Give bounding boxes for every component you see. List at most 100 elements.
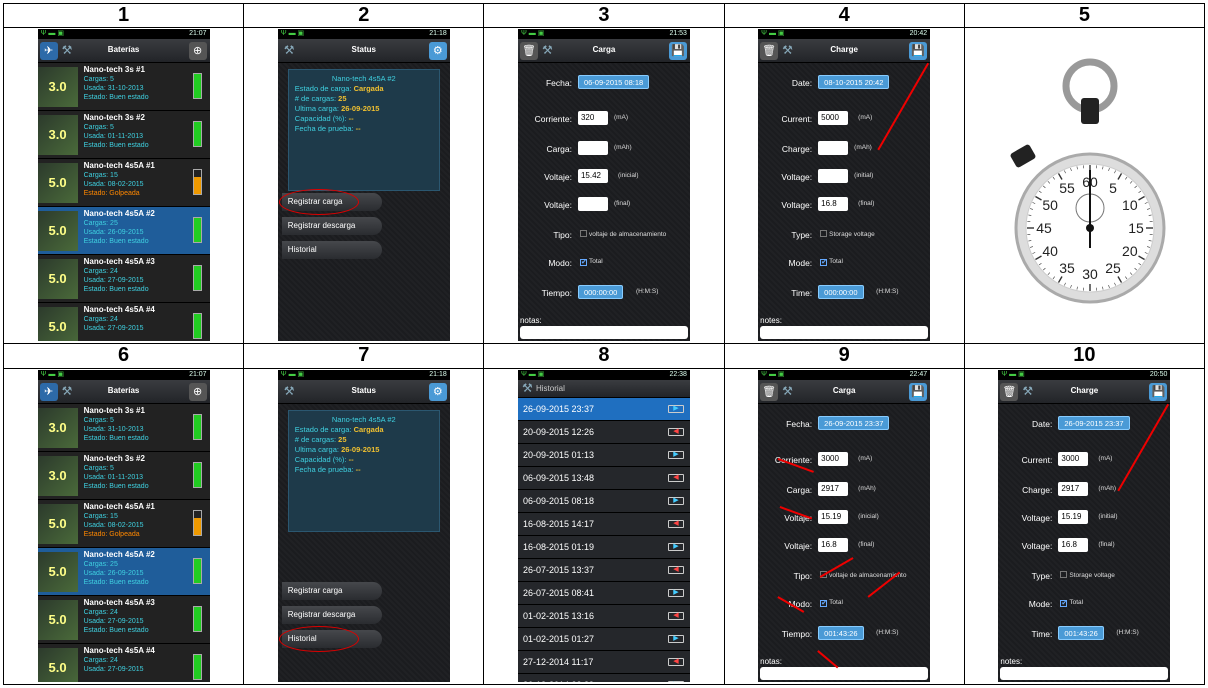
checkbox[interactable] [579, 230, 587, 238]
notes-field[interactable] [760, 666, 929, 680]
storage-voltage-checkbox[interactable]: voltaje de almacenamiento [579, 230, 666, 238]
notification-icons: Ψ ▬ ▣ [280, 370, 305, 378]
history-row[interactable]: 01-02-2015 01:27 ▶ [517, 627, 690, 651]
form-row: Current: 3000 (mA) [998, 451, 1170, 468]
checkbox-checked[interactable]: ✔ [820, 599, 828, 607]
registrar-descarga-button[interactable]: Registrar descarga [281, 605, 382, 624]
status-bar: Ψ ▬ ▣ 22:47 [758, 369, 931, 380]
voltage-initial-field[interactable]: 15.19 [818, 509, 849, 524]
current-field[interactable]: 3000 [818, 451, 849, 466]
charge-field[interactable] [818, 141, 849, 156]
history-row[interactable]: 20-09-2015 12:26 ◀ [517, 420, 690, 444]
time-field[interactable]: 001:43:26 [818, 625, 864, 640]
wrench-icon[interactable]: ⚒ [522, 381, 533, 395]
voltage-initial-field[interactable]: 15.42 [577, 169, 608, 184]
time-field[interactable]: 000:00:00 [818, 285, 864, 300]
voltage-final-field[interactable] [577, 197, 608, 212]
date-field[interactable]: 26-09-2015 23:37 [1058, 415, 1130, 430]
checkbox-checked[interactable]: ✔ [1060, 599, 1068, 607]
history-row[interactable]: 06-09-2015 13:48 ◀ [517, 466, 690, 490]
date-field[interactable]: 08-10-2015 20:42 [818, 75, 890, 90]
settings-icon[interactable]: ⚙ [428, 382, 447, 401]
settings-icon[interactable]: ⚙ [428, 42, 447, 61]
stopwatch-number: 5 [1109, 180, 1117, 196]
history-row[interactable]: 27-12-2014 11:17 ◀ [517, 650, 690, 674]
charge-field[interactable] [577, 141, 608, 156]
battery-info: Cargas: 25 [83, 560, 118, 568]
total-mode-checkbox[interactable]: ✔ Total [1060, 599, 1083, 607]
battery-list-item[interactable]: 5.0 Nano-tech 4s5A #1 Cargas: 15 Usada: 08-… [37, 499, 210, 548]
charge-field[interactable]: 2917 [818, 481, 849, 496]
form-row: Mode: ✔ Total [998, 596, 1170, 612]
status-label: Fecha de prueba: [294, 124, 354, 134]
current-field[interactable]: 5000 [818, 111, 849, 126]
battery-list-item[interactable]: 5.0 Nano-tech 4s5A #4 Cargas: 24 Usada: 27-… [37, 303, 210, 342]
battery-list-item[interactable]: 5.0 Nano-tech 4s5A #3 Cargas: 24 Usada: 27-… [37, 595, 210, 644]
history-row[interactable]: 16-08-2015 01:19 ▶ [517, 535, 690, 559]
clock: 21:53 [669, 30, 687, 38]
history-row[interactable]: 26-07-2015 13:37 ◀ [517, 558, 690, 582]
status-label: Capacidad (%): [294, 114, 347, 124]
voltage-initial-field[interactable] [818, 169, 849, 184]
save-icon[interactable]: 💾 [1149, 382, 1168, 401]
stopwatch-number: 25 [1106, 260, 1122, 276]
current-field[interactable]: 320 [577, 111, 608, 126]
battery-list-item[interactable]: 3.0 Nano-tech 3s #2 Cargas: 5 Usada: 01-11-… [37, 111, 210, 160]
history-row[interactable]: 01-02-2015 13:16 ◀ [517, 604, 690, 628]
battery-list-item[interactable]: 5.0 Nano-tech 4s5A #2 Cargas: 25 Usada: 26-… [37, 547, 210, 596]
total-mode-checkbox[interactable]: ✔ Total [820, 258, 843, 267]
header-2: 2 [243, 2, 485, 29]
registrar-descarga-button[interactable]: Registrar descarga [281, 217, 382, 236]
history-row[interactable]: 06-09-2015 08:18 ▶ [517, 489, 690, 513]
battery-list-item[interactable]: 5.0 Nano-tech 4s5A #4 Cargas: 24 Usada: 27-… [37, 643, 210, 682]
voltage-final-field[interactable]: 16.8 [818, 197, 849, 212]
notification-icons: Ψ ▬ ▣ [520, 30, 545, 38]
checkbox[interactable] [820, 230, 828, 238]
voltage-final-field[interactable]: 16.8 [818, 537, 849, 552]
battery-info: Cargas: 15 [83, 512, 118, 520]
battery-list-item[interactable]: 5.0 Nano-tech 4s5A #1 Cargas: 15 Usada: 08-… [37, 159, 210, 208]
notes-field[interactable] [519, 326, 688, 340]
total-mode-checkbox[interactable]: ✔ Total [579, 258, 603, 267]
storage-voltage-checkbox[interactable]: Storage voltage [1060, 570, 1115, 579]
save-icon[interactable]: 💾 [668, 42, 687, 61]
add-icon[interactable]: ⊕ [188, 382, 207, 401]
form-row: Charge: 2917 (mAh) [998, 481, 1170, 498]
history-date: 16-08-2015 01:19 [522, 541, 595, 552]
checkbox-checked[interactable]: ✔ [579, 259, 587, 267]
historial-button[interactable]: Historial [281, 241, 382, 260]
date-field[interactable]: 06-09-2015 08:18 [577, 75, 650, 90]
registrar-carga-button[interactable]: Registrar carga [281, 581, 382, 600]
storage-voltage-checkbox[interactable]: Storage voltage [820, 230, 875, 238]
history-row[interactable]: 26-12-2014 22:39 ▶ [517, 673, 690, 682]
history-row[interactable]: 26-09-2015 23:37 ▶ [517, 397, 690, 421]
highlight-circle [278, 189, 359, 216]
battery-list-item[interactable]: 5.0 Nano-tech 4s5A #2 Cargas: 25 Usada: 26-… [37, 207, 210, 256]
battery-list-item[interactable]: 3.0 Nano-tech 3s #2 Cargas: 5 Usada: 01-11-… [37, 451, 210, 500]
date-field[interactable]: 26-09-2015 23:37 [818, 415, 890, 430]
time-field[interactable]: 001:43:26 [1058, 625, 1104, 640]
save-icon[interactable]: 💾 [909, 42, 928, 61]
voltage-initial-field[interactable]: 15.19 [1058, 509, 1089, 524]
battery-name: Nano-tech 4s5A #1 [83, 501, 155, 511]
history-row[interactable]: 16-08-2015 14:17 ◀ [517, 512, 690, 536]
history-row[interactable]: 26-07-2015 08:41 ▶ [517, 581, 690, 605]
time-field[interactable]: 000:00:00 [577, 285, 624, 300]
checkbox[interactable] [1060, 570, 1068, 578]
checkbox-checked[interactable]: ✔ [820, 259, 828, 267]
add-icon[interactable]: ⊕ [188, 42, 207, 61]
unit-label: (mA) [858, 454, 873, 462]
total-mode-checkbox[interactable]: ✔ Total [820, 599, 843, 607]
voltage-final-field[interactable]: 16.8 [1058, 537, 1089, 552]
history-row[interactable]: 20-09-2015 01:13 ▶ [517, 443, 690, 467]
save-icon[interactable]: 💾 [909, 382, 928, 401]
battery-list-item[interactable]: 3.0 Nano-tech 3s #1 Cargas: 5 Usada: 31-10-… [37, 403, 210, 452]
charge-field[interactable]: 2917 [1058, 481, 1089, 496]
current-field[interactable]: 3000 [1058, 451, 1089, 466]
notes-field[interactable] [1000, 666, 1169, 680]
title-bar: ✈ ⚒ Baterías ⊕ [37, 39, 210, 64]
form-row: Modo: ✔ Total [518, 255, 690, 271]
battery-list-item[interactable]: 5.0 Nano-tech 4s5A #3 Cargas: 24 Usada: 27-… [37, 255, 210, 304]
notes-field[interactable] [760, 326, 929, 340]
battery-list-item[interactable]: 3.0 Nano-tech 3s #1 Cargas: 5 Usada: 31-10-… [37, 63, 210, 112]
